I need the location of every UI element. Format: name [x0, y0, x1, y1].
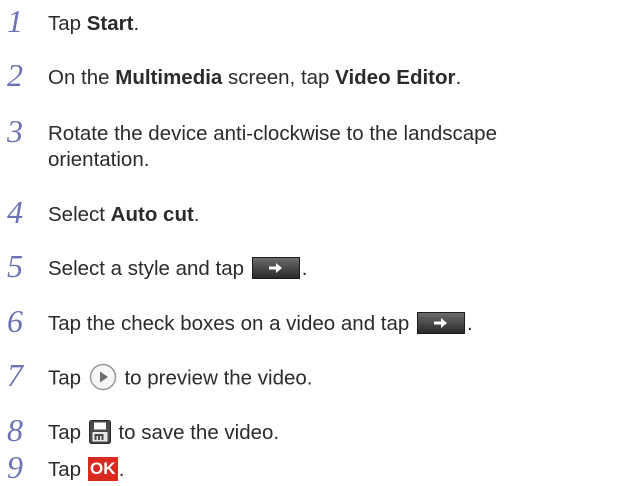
- ok-button-icon: OK: [87, 456, 118, 481]
- step-text: Tap to save the video.: [48, 419, 280, 444]
- next-arrow-icon: [416, 311, 465, 334]
- step-number: 6: [7, 303, 23, 339]
- step-number: 2: [7, 57, 23, 93]
- step-number: 8: [7, 412, 23, 448]
- play-icon: [89, 363, 117, 391]
- step-text: Tap OK.: [48, 456, 125, 481]
- step-text: Select Auto cut.: [48, 203, 200, 226]
- next-arrow-icon: [251, 256, 300, 279]
- step-number: 7: [7, 357, 23, 393]
- step-text: Rotate the device anti-clockwise to the …: [48, 122, 497, 171]
- step-number: 5: [7, 248, 23, 284]
- instruction-steps: 1 Tap Start. 2 On the Multimedia screen,…: [0, 0, 625, 485]
- step-text: Tap the check boxes on a video and tap .: [48, 311, 473, 335]
- step-number: 1: [7, 3, 23, 39]
- step-text: Tap to preview the video.: [48, 363, 608, 393]
- step-text: On the Multimedia screen, tap Video Edit…: [48, 66, 462, 89]
- step-number: 4: [7, 194, 23, 230]
- step-number: 9: [7, 449, 23, 485]
- step-number: 3: [7, 113, 23, 149]
- step-text: Select a style and tap .: [48, 256, 308, 280]
- step-text: Tap Start.: [48, 12, 140, 35]
- save-icon: [88, 419, 111, 444]
